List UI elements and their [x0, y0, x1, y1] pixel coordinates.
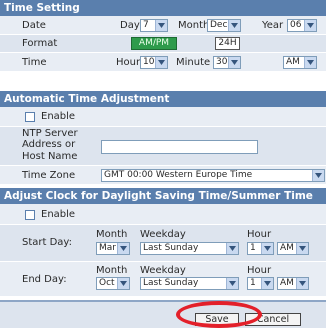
format-24h-button[interactable]: 24H [215, 37, 240, 50]
start-month-value: Mar [99, 243, 116, 253]
day-label: Day [120, 20, 140, 31]
start-hour-value: 1 [250, 243, 256, 253]
chevron-down-icon [228, 57, 240, 68]
dst-enable-row: Enable [0, 204, 326, 224]
start-month-select[interactable]: Mar [96, 242, 130, 255]
hour-label: Hour [116, 57, 141, 68]
end-day-label: End Day: [22, 274, 67, 285]
dst-header: Adjust Clock for Daylight Saving Time/Su… [0, 188, 326, 204]
end-weekday-value: Last Sunday [143, 278, 199, 288]
year-select-value: 06 [290, 20, 302, 30]
end-day-row: End Day: Month Weekday Hour Oct Last Sun… [0, 262, 326, 296]
date-row: Date Day 7 Month Dec Year 06 [0, 16, 326, 34]
format-label: Format [22, 38, 58, 49]
dst-enable-checkbox[interactable] [25, 210, 35, 220]
chevron-down-icon [228, 20, 240, 31]
start-weekday-select[interactable]: Last Sunday [140, 242, 239, 255]
chevron-down-icon [226, 278, 238, 289]
end-month-value: Oct [99, 278, 115, 288]
weekday-column-label: Weekday [140, 229, 186, 240]
timezone-row: Time Zone GMT 00:00 Western Europe Time [0, 166, 326, 184]
end-hour-value: 1 [250, 278, 256, 288]
month-select[interactable]: Dec [207, 19, 241, 32]
time-setting-header: Time Setting [0, 0, 326, 16]
end-hour-select[interactable]: 1 [247, 277, 274, 290]
auto-enable-label: Enable [41, 111, 76, 122]
start-weekday-value: Last Sunday [143, 243, 199, 253]
minute-select-value: 30 [216, 57, 228, 67]
chevron-down-icon [296, 278, 308, 289]
month-column-label: Month [96, 229, 128, 240]
start-day-row: Start Day: Month Weekday Hour Mar Last S… [0, 225, 326, 261]
timezone-select[interactable]: GMT 00:00 Western Europe Time [101, 169, 325, 182]
chevron-down-icon [117, 243, 129, 254]
auto-adjust-header: Automatic Time Adjustment [0, 91, 326, 107]
day-select-value: 7 [143, 20, 149, 30]
format-ampm-button[interactable]: AM/PM [131, 37, 177, 50]
month-select-value: Dec [210, 20, 228, 30]
start-ampm-value: AM [280, 243, 294, 253]
end-weekday-select[interactable]: Last Sunday [140, 277, 239, 290]
ampm-select-value: AM [286, 57, 300, 67]
chevron-down-icon [261, 278, 273, 289]
ntp-server-input[interactable] [101, 140, 258, 154]
chevron-down-icon [304, 20, 316, 31]
time-row: Time Hour 10 Minute 30 AM [0, 53, 326, 71]
end-ampm-select[interactable]: AM [277, 277, 309, 290]
start-ampm-select[interactable]: AM [277, 242, 309, 255]
auto-enable-checkbox[interactable] [25, 112, 35, 122]
action-bar-divider [0, 300, 326, 302]
end-month-select[interactable]: Oct [96, 277, 130, 290]
ampm-select[interactable]: AM [283, 56, 317, 69]
auto-enable-row: Enable [0, 107, 326, 126]
chevron-down-icon [261, 243, 273, 254]
hour-column-label: Hour [247, 229, 272, 240]
timezone-select-value: GMT 00:00 Western Europe Time [104, 170, 253, 180]
hour-select[interactable]: 10 [140, 56, 168, 69]
chevron-down-icon [117, 278, 129, 289]
minute-label: Minute [176, 57, 211, 68]
ntp-label-line2: Address or [22, 139, 76, 150]
chevron-down-icon [226, 243, 238, 254]
chevron-down-icon [155, 57, 167, 68]
hour-select-value: 10 [143, 57, 155, 67]
date-label: Date [22, 20, 46, 31]
end-ampm-value: AM [280, 278, 294, 288]
dst-enable-label: Enable [41, 209, 76, 220]
format-row: Format AM/PM 24H [0, 35, 326, 52]
save-highlight-circle [176, 301, 262, 328]
timezone-label: Time Zone [22, 170, 76, 181]
start-hour-select[interactable]: 1 [247, 242, 274, 255]
ntp-label-line1: NTP Server [22, 128, 78, 139]
ntp-label-line3: Host Name [22, 151, 78, 162]
start-day-label: Start Day: [22, 237, 72, 248]
month-column-label: Month [96, 265, 128, 276]
chevron-down-icon [155, 20, 167, 31]
day-select[interactable]: 7 [140, 19, 168, 32]
weekday-column-label: Weekday [140, 265, 186, 276]
hour-column-label: Hour [247, 265, 272, 276]
month-label: Month [178, 20, 210, 31]
ntp-row: NTP Server Address or Host Name [0, 127, 326, 165]
time-label: Time [22, 57, 47, 68]
minute-select[interactable]: 30 [213, 56, 241, 69]
chevron-down-icon [312, 170, 324, 181]
year-select[interactable]: 06 [287, 19, 317, 32]
year-label: Year [262, 20, 284, 31]
chevron-down-icon [304, 57, 316, 68]
chevron-down-icon [296, 243, 308, 254]
